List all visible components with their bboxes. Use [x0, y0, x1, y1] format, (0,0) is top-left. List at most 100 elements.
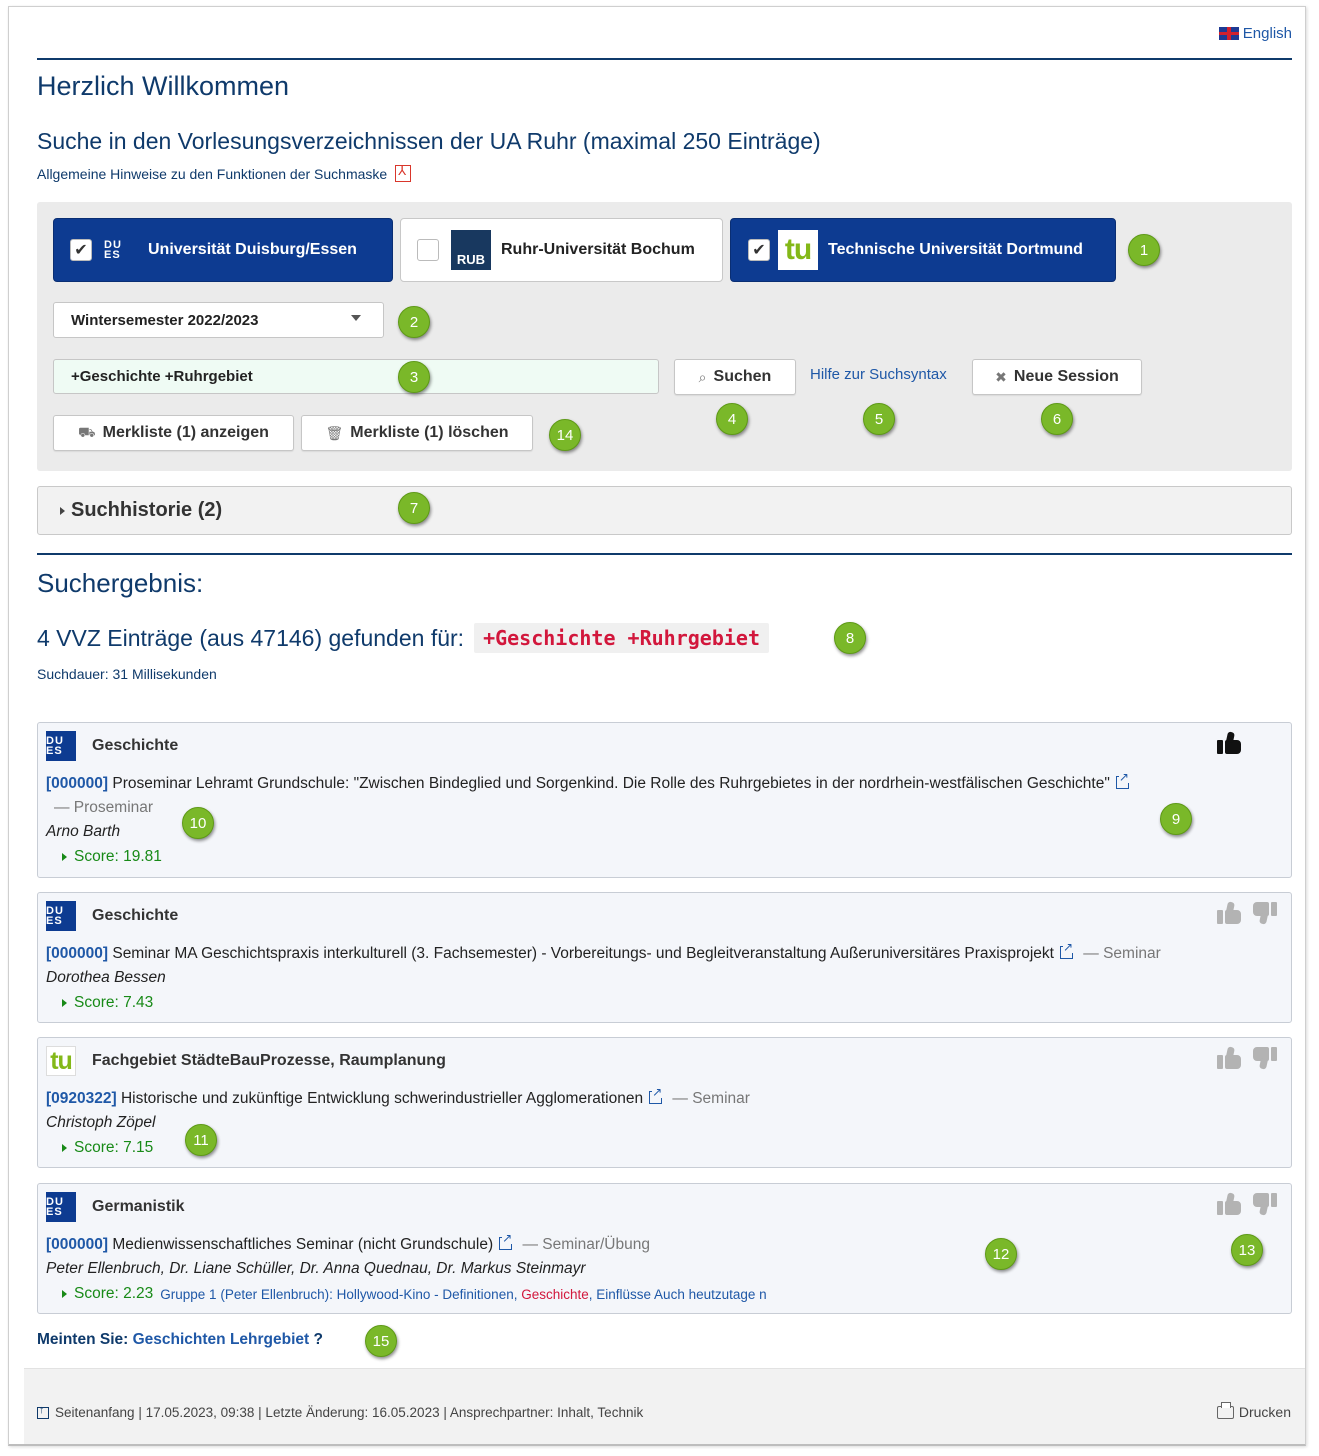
annotation-badge: 15 [365, 1325, 397, 1357]
course-code[interactable]: [000000] [46, 775, 108, 792]
did-you-mean: Meinten Sie: Geschichten Lehrgebiet ? [37, 1331, 323, 1349]
score-toggle[interactable]: Score: 19.81 [62, 848, 162, 866]
search-history-toggle[interactable]: Suchhistorie (2) [37, 486, 1292, 535]
thumbs-up-icon[interactable] [1217, 731, 1241, 755]
footer: Seitenanfang | 17.05.2023, 09:38 | Letzt… [24, 1368, 1305, 1444]
course-title[interactable]: Seminar MA Geschichtspraxis interkulture… [108, 945, 1054, 962]
course-code[interactable]: [0920322] [46, 1090, 117, 1107]
ude-logo: DU ES [46, 731, 76, 761]
checkbox-rub[interactable] [417, 239, 439, 261]
thumbs-down-icon[interactable] [1253, 901, 1277, 925]
search-button[interactable]: ⌕ Suchen [674, 359, 796, 395]
result-card: DU ES Geschichte [000000] Proseminar Leh… [37, 722, 1292, 878]
annotation-badge: 9 [1160, 803, 1192, 835]
caret-right-icon [62, 1290, 67, 1298]
show-watchlist-label: Merkliste (1) anzeigen [102, 424, 269, 441]
language-label[interactable]: English [1243, 25, 1292, 42]
result-title-line[interactable]: [000000] Seminar MA Geschichtspraxis int… [46, 941, 1161, 963]
course-title[interactable]: Medienwissenschaftliches Seminar (nicht … [108, 1236, 493, 1253]
external-link-icon[interactable] [1059, 941, 1074, 959]
print-button[interactable]: Drucken [1216, 1401, 1291, 1420]
ude-logo: DU ES [46, 901, 76, 931]
result-count-text: 4 VVZ Einträge (aus 47146) gefunden für: [37, 624, 465, 651]
external-link-icon[interactable] [1115, 771, 1129, 789]
annotation-badge: 2 [398, 306, 430, 338]
snippet-highlight: Geschichte [521, 1286, 589, 1302]
result-header: DU ES Geschichte [46, 731, 178, 761]
uni-toggle-rub[interactable]: RUB Ruhr-Universität Bochum [400, 218, 723, 282]
result-title-line[interactable]: [0920322] Historische und zukünftige Ent… [46, 1086, 750, 1108]
thumbs-up-icon[interactable] [1217, 901, 1241, 925]
course-author: Christoph Zöpel [46, 1114, 156, 1131]
ude-logo: DU ES [104, 234, 136, 266]
score-toggle[interactable]: Score: 2.23 Gruppe 1 (Peter Ellenbruch):… [62, 1285, 767, 1303]
print-label: Drucken [1238, 1404, 1291, 1420]
help-pdf-link[interactable]: Allgemeine Hinweise zu den Funktionen de… [37, 163, 412, 182]
results-rule [37, 553, 1292, 555]
semester-select[interactable]: Wintersemester 2022/2023 [53, 302, 384, 338]
tu-logo: tu [778, 230, 818, 270]
annotation-badge: 7 [398, 492, 430, 524]
header-rule [37, 58, 1292, 60]
course-author: Dorothea Bessen [46, 969, 166, 986]
search-icon: ⌕ [698, 368, 707, 385]
vote-buttons [1217, 1046, 1277, 1070]
score-value: Score: 7.15 [74, 1139, 154, 1156]
thumbs-up-icon[interactable] [1217, 1046, 1241, 1070]
annotation-badge: 14 [549, 419, 581, 451]
tu-logo: tu [46, 1046, 76, 1076]
search-button-label: Suchen [713, 368, 772, 385]
help-pdf-label[interactable]: Allgemeine Hinweise zu den Funktionen de… [37, 166, 387, 182]
annotation-badge: 1 [1128, 234, 1160, 266]
course-author: Peter Ellenbruch, Dr. Liane Schüller, Dr… [46, 1260, 586, 1277]
uni-toggle-tu[interactable]: ✔ tu Technische Universität Dortmund [730, 218, 1116, 282]
search-input[interactable] [53, 359, 659, 394]
annotation-badge: 13 [1231, 1234, 1263, 1266]
welcome-title: Herzlich Willkommen [37, 71, 290, 101]
show-watchlist-button[interactable]: ⛟ Merkliste (1) anzeigen [53, 415, 294, 451]
vote-buttons [1217, 1192, 1277, 1216]
external-link-icon[interactable] [649, 1086, 663, 1104]
vote-buttons [1217, 731, 1241, 755]
annotation-badge: 12 [985, 1238, 1017, 1270]
score-toggle[interactable]: Score: 7.15 [62, 1139, 153, 1157]
did-you-mean-prefix: Meinten Sie: [37, 1331, 129, 1348]
caret-right-icon [62, 853, 67, 861]
thumbs-down-icon[interactable] [1253, 1046, 1277, 1070]
annotation-badge: 10 [182, 807, 214, 839]
did-you-mean-link[interactable]: Geschichten Lehrgebiet [133, 1331, 310, 1348]
score-value: Score: 7.43 [74, 994, 154, 1011]
course-type: — Seminar [1083, 945, 1161, 962]
checkbox-tu[interactable]: ✔ [748, 239, 770, 261]
new-session-button[interactable]: ✖ Neue Session [972, 359, 1142, 395]
course-type: — Seminar/Übung [522, 1236, 650, 1253]
ude-logo: DU ES [46, 1192, 76, 1222]
thumbs-up-icon[interactable] [1217, 1192, 1241, 1216]
uni-label-rub: Ruhr-Universität Bochum [501, 241, 695, 258]
delete-watchlist-button[interactable]: 🗑 Merkliste (1) löschen [301, 415, 533, 451]
language-switch[interactable]: English [1218, 25, 1292, 42]
annotation-badge: 3 [398, 361, 430, 393]
result-title-line[interactable]: [000000] Proseminar Lehramt Grundschule:… [46, 771, 1135, 793]
result-dept: Germanistik [92, 1198, 185, 1215]
chevron-down-icon [351, 315, 361, 321]
thumbs-down-icon[interactable] [1253, 1192, 1277, 1216]
course-title[interactable]: Historische und zukünftige Entwicklung s… [117, 1090, 643, 1107]
checkbox-ude[interactable]: ✔ [70, 239, 92, 261]
result-title-line[interactable]: [000000] Medienwissenschaftliches Semina… [46, 1232, 650, 1254]
page-top-icon[interactable] [37, 1404, 49, 1419]
search-history-label: Suchhistorie (2) [71, 499, 223, 521]
footer-text[interactable]: Seitenanfang | 17.05.2023, 09:38 | Letzt… [55, 1405, 643, 1420]
rub-logo: RUB [451, 230, 491, 270]
course-type: — Seminar [672, 1090, 750, 1107]
course-title[interactable]: Proseminar Lehramt Grundschule: "Zwische… [108, 775, 1110, 792]
pdf-icon[interactable] [395, 163, 412, 182]
vote-buttons [1217, 901, 1277, 925]
syntax-help-link[interactable]: Hilfe zur Suchsyntax [810, 366, 947, 383]
caret-right-icon [62, 1144, 67, 1152]
course-code[interactable]: [000000] [46, 1236, 108, 1253]
course-code[interactable]: [000000] [46, 945, 108, 962]
score-toggle[interactable]: Score: 7.43 [62, 994, 153, 1012]
uni-toggle-ude[interactable]: ✔ DU ES Universität Duisburg/Essen [53, 218, 393, 282]
external-link-icon[interactable] [499, 1232, 513, 1250]
